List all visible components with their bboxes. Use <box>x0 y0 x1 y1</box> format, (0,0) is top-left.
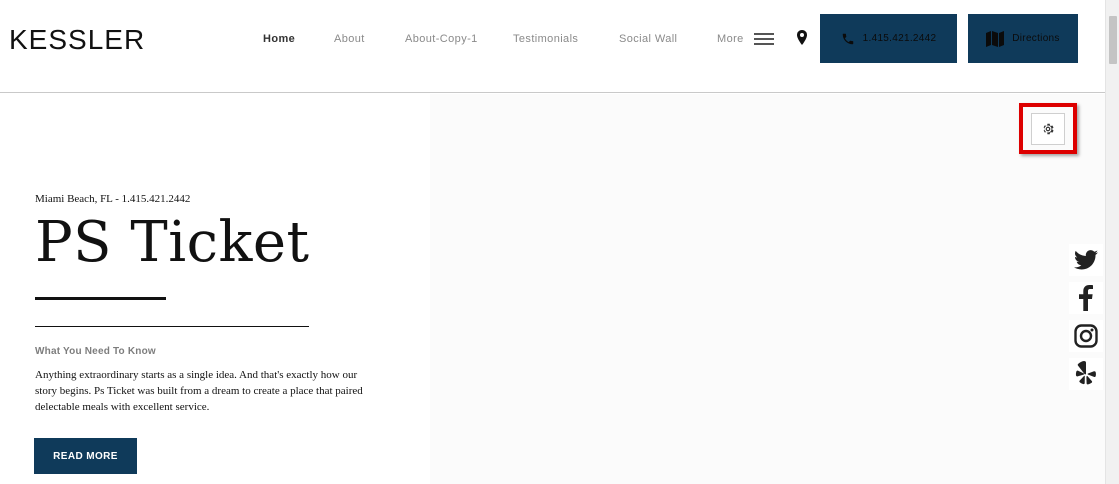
page-title: PS Ticket <box>35 210 310 275</box>
directions-button-label: Directions <box>1012 33 1060 44</box>
read-more-button[interactable]: READ MORE <box>34 438 137 474</box>
scrollbar-thumb[interactable] <box>1109 16 1117 64</box>
intro-paragraph: Anything extraordinary starts as a singl… <box>35 369 363 413</box>
map-pin-icon[interactable] <box>796 30 808 46</box>
nav-more[interactable]: More <box>717 33 744 45</box>
gear-icon <box>1043 123 1054 135</box>
location-text: Miami Beach, FL - 1.415.421.2442 <box>35 193 191 205</box>
site-logo[interactable]: KESSLER <box>9 24 145 56</box>
nav-about[interactable]: About <box>334 33 365 45</box>
yelp-icon <box>1075 361 1096 385</box>
section-divider <box>35 326 309 327</box>
facebook-link[interactable] <box>1069 282 1103 314</box>
nav-social-wall[interactable]: Social Wall <box>619 33 677 45</box>
section-subheading: What You Need To Know <box>35 346 156 357</box>
phone-button[interactable]: 1.415.421.2442 <box>820 14 957 63</box>
twitter-link[interactable] <box>1069 244 1103 276</box>
hamburger-icon[interactable] <box>754 33 774 45</box>
directions-button[interactable]: Directions <box>968 14 1078 63</box>
phone-icon <box>842 33 853 44</box>
twitter-icon <box>1074 250 1098 270</box>
nav-testimonials[interactable]: Testimonials <box>513 33 578 45</box>
instagram-icon <box>1074 324 1098 348</box>
map-icon <box>986 30 1005 47</box>
facebook-icon <box>1079 285 1093 311</box>
title-divider <box>35 297 166 300</box>
settings-button[interactable] <box>1031 113 1065 145</box>
instagram-link[interactable] <box>1069 320 1103 352</box>
phone-button-label: 1.415.421.2442 <box>862 33 937 44</box>
nav-about-copy-1[interactable]: About-Copy-1 <box>405 33 478 45</box>
hero-image-panel <box>430 94 1105 484</box>
vertical-scrollbar[interactable] <box>1105 0 1119 484</box>
yelp-link[interactable] <box>1069 358 1103 390</box>
site-header: KESSLER Home About About-Copy-1 Testimon… <box>0 0 1105 93</box>
nav-home[interactable]: Home <box>263 33 295 45</box>
